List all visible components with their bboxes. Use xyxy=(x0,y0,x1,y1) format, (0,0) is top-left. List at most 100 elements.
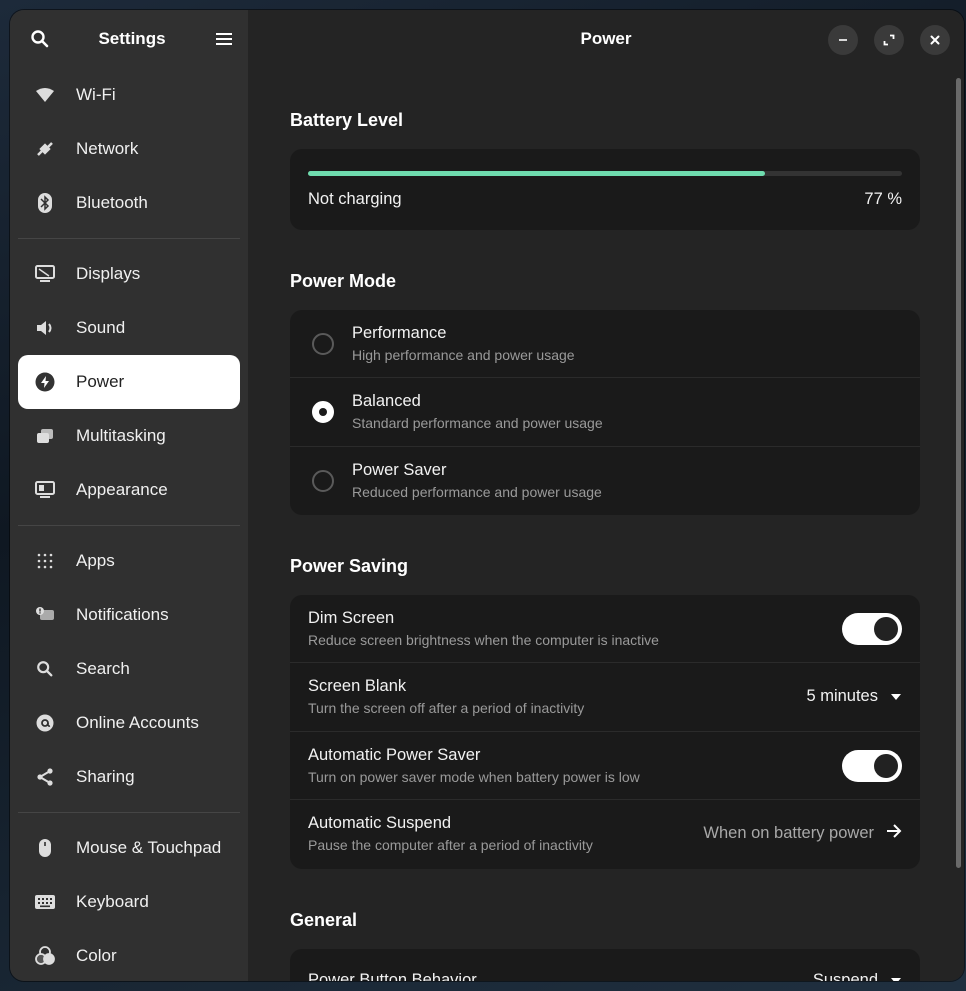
power-mode-option-balanced[interactable]: Balanced Standard performance and power … xyxy=(290,378,920,447)
radio-performance[interactable] xyxy=(312,333,334,355)
dropdown-value: 5 minutes xyxy=(806,687,878,705)
chevron-down-icon xyxy=(890,972,902,981)
link-value: When on battery power xyxy=(703,824,874,842)
power-mode-option-power-saver[interactable]: Power Saver Reduced performance and powe… xyxy=(290,447,920,515)
option-subtitle: Reduced performance and power usage xyxy=(352,484,602,500)
auto-suspend-row[interactable]: Automatic Suspend Pause the computer aft… xyxy=(290,800,920,869)
radio-balanced[interactable] xyxy=(312,401,334,423)
row-title: Automatic Power Saver xyxy=(308,746,481,764)
screen-blank-dropdown[interactable]: 5 minutes xyxy=(806,687,902,706)
sidebar-list: Wi-Fi Network Bluetooth Displays Sound P… xyxy=(10,68,248,981)
row-title: Automatic Suspend xyxy=(308,814,452,832)
bluetooth-icon xyxy=(34,192,56,214)
notifications-icon xyxy=(34,604,56,626)
maximize-icon[interactable] xyxy=(874,25,904,55)
sidebar-item-keyboard[interactable]: Keyboard xyxy=(18,875,240,929)
sidebar-item-label: Wi-Fi xyxy=(76,85,116,104)
multitasking-icon xyxy=(34,425,56,447)
power-mode-option-performance[interactable]: Performance High performance and power u… xyxy=(290,310,920,378)
battery-status: Not charging xyxy=(308,190,402,208)
sidebar: Settings Wi-Fi Network Bluetooth Display… xyxy=(10,10,248,981)
sidebar-header: Settings xyxy=(10,10,248,68)
menu-icon[interactable] xyxy=(212,27,236,51)
search-icon xyxy=(34,658,56,680)
sidebar-item-label: Apps xyxy=(76,551,115,570)
sidebar-item-label: Multitasking xyxy=(76,426,166,445)
auto-power-saver-toggle[interactable] xyxy=(842,750,902,782)
option-title: Performance xyxy=(352,324,447,342)
auto-suspend-link[interactable]: When on battery power xyxy=(703,824,902,843)
sidebar-item-multitasking[interactable]: Multitasking xyxy=(18,409,240,463)
scrollbar[interactable] xyxy=(956,78,961,868)
row-subtitle: Reduce screen brightness when the comput… xyxy=(308,632,659,648)
section-title-power-mode: Power Mode xyxy=(290,271,397,291)
search-icon[interactable] xyxy=(28,27,52,51)
battery-card: Not charging 77 % xyxy=(290,149,920,230)
close-icon[interactable] xyxy=(920,25,950,55)
sidebar-item-label: Network xyxy=(76,139,139,158)
sidebar-item-label: Mouse & Touchpad xyxy=(76,838,222,857)
at-sign-icon xyxy=(34,712,56,734)
power-icon xyxy=(34,371,56,393)
sidebar-item-label: Bluetooth xyxy=(76,193,148,212)
power-button-dropdown[interactable]: Suspend xyxy=(813,971,902,981)
radio-power-saver[interactable] xyxy=(312,470,334,492)
sidebar-item-power[interactable]: Power xyxy=(18,355,240,409)
sidebar-item-search[interactable]: Search xyxy=(18,642,240,696)
row-title: Screen Blank xyxy=(308,677,407,695)
toggle-knob xyxy=(874,754,898,778)
chevron-down-icon xyxy=(890,688,902,706)
sidebar-item-wifi[interactable]: Wi-Fi xyxy=(18,68,240,122)
section-title-power-saving: Power Saving xyxy=(290,556,409,576)
dim-screen-toggle[interactable] xyxy=(842,613,902,645)
page-title: Power xyxy=(580,29,632,48)
row-subtitle: Turn the screen off after a period of in… xyxy=(308,700,585,716)
wifi-icon xyxy=(34,84,56,106)
sidebar-item-mouse-touchpad[interactable]: Mouse & Touchpad xyxy=(18,821,240,875)
sidebar-item-appearance[interactable]: Appearance xyxy=(18,463,240,517)
row-title: Power Button Behavior xyxy=(308,971,477,981)
sidebar-item-label: Notifications xyxy=(76,605,169,624)
row-subtitle: Turn on power saver mode when battery po… xyxy=(308,769,640,785)
sidebar-item-notifications[interactable]: Notifications xyxy=(18,588,240,642)
minimize-icon[interactable] xyxy=(828,25,858,55)
sidebar-separator xyxy=(18,812,240,813)
sidebar-separator xyxy=(18,238,240,239)
sidebar-item-label: Keyboard xyxy=(76,892,149,911)
apps-grid-icon xyxy=(34,550,56,572)
sidebar-item-displays[interactable]: Displays xyxy=(18,247,240,301)
toggle-knob xyxy=(874,617,898,641)
window-controls xyxy=(828,25,950,55)
battery-level-track xyxy=(308,171,902,176)
sidebar-separator xyxy=(18,525,240,526)
auto-power-saver-row: Automatic Power Saver Turn on power save… xyxy=(290,732,920,800)
sidebar-item-label: Sharing xyxy=(76,767,135,786)
power-button-row[interactable]: Power Button Behavior Suspend xyxy=(290,949,920,981)
sound-icon xyxy=(34,317,56,339)
arrow-right-icon xyxy=(886,824,902,843)
color-icon xyxy=(34,945,56,967)
section-title-general: General xyxy=(290,910,358,930)
battery-level-fill xyxy=(308,171,766,176)
sidebar-item-sound[interactable]: Sound xyxy=(18,301,240,355)
power-mode-card: Performance High performance and power u… xyxy=(290,310,920,515)
sidebar-item-label: Displays xyxy=(76,264,141,283)
mouse-icon xyxy=(34,837,56,859)
sidebar-item-network[interactable]: Network xyxy=(18,122,240,176)
main-panel: Power Battery Level Not charging 77 % Po… xyxy=(248,10,964,981)
sidebar-item-label: Sound xyxy=(76,318,126,337)
screen-blank-row[interactable]: Screen Blank Turn the screen off after a… xyxy=(290,663,920,732)
sidebar-item-color[interactable]: Color xyxy=(18,929,240,981)
sidebar-item-label: Appearance xyxy=(76,480,168,499)
sidebar-item-sharing[interactable]: Sharing xyxy=(18,750,240,804)
sidebar-item-label: Color xyxy=(76,946,117,965)
section-title-battery: Battery Level xyxy=(290,110,404,130)
option-subtitle: Standard performance and power usage xyxy=(352,415,603,431)
appearance-icon xyxy=(34,479,56,501)
sidebar-item-online-accounts[interactable]: Online Accounts xyxy=(18,696,240,750)
battery-percent: 77 % xyxy=(864,190,902,208)
sidebar-item-apps[interactable]: Apps xyxy=(18,534,240,588)
sidebar-item-label: Online Accounts xyxy=(76,713,199,732)
dim-screen-row: Dim Screen Reduce screen brightness when… xyxy=(290,595,920,663)
sidebar-item-bluetooth[interactable]: Bluetooth xyxy=(18,176,240,230)
